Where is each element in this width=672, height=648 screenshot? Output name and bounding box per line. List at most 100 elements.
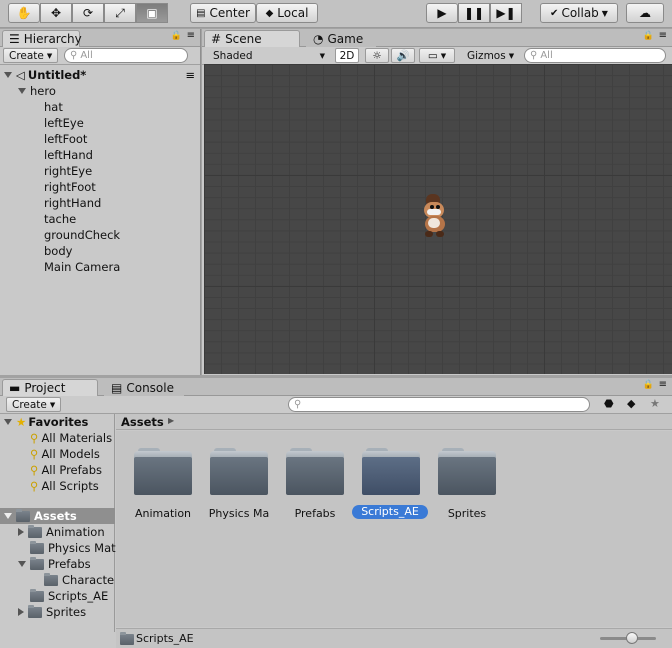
favorite-label: All Models [41,447,100,461]
expand-arrow-icon[interactable] [4,513,12,519]
favorite-item[interactable]: ⚲ All Models [30,446,100,462]
search-icon: ⚲ [294,399,302,410]
chevron-down-icon: ▼ [319,51,325,60]
favorite-item[interactable]: ⚲ All Materials [30,430,112,446]
cloud-button[interactable]: ☁ [626,3,664,23]
collab-dropdown[interactable]: ✔ Collab ▼ [540,3,618,23]
tree-item-label: Main Camera [44,260,121,274]
filter-by-type-icon[interactable]: ⬣ [604,397,614,410]
step-button[interactable]: ▶❚ [490,3,522,23]
lock-icon[interactable]: 🔒 [643,380,654,390]
asset-folder-label: Sprites [447,507,487,520]
search-placeholder: All [540,50,553,61]
tree-item-hero[interactable]: hero [18,83,56,99]
panel-menu-icon[interactable]: ≡ [659,379,667,390]
hierarchy-search-input[interactable]: ⚲ All [64,48,188,63]
tree-item[interactable]: Main Camera [44,259,120,275]
lock-icon[interactable]: 🔒 [171,31,182,41]
folder-tree-label: Animation [46,525,105,539]
tree-item[interactable]: tache [44,211,76,227]
expand-arrow-icon[interactable] [18,561,26,567]
favorite-item[interactable]: ⚲ All Scripts [30,478,99,494]
tree-item[interactable]: leftHand [44,147,93,163]
search-icon: ⚲ [530,50,538,61]
favorite-item[interactable]: ⚲ All Prefabs [30,462,102,478]
lighting-toggle[interactable]: ☼ [365,48,389,63]
project-search-input[interactable]: ⚲ [288,397,590,412]
asset-folder-selected[interactable] [362,448,420,495]
expand-arrow-icon[interactable] [18,608,24,616]
toggle-2d-button[interactable]: 2D [335,48,359,63]
star-icon[interactable]: ★ [650,397,660,410]
scale-tool-button[interactable]: ⤢ [104,3,136,23]
asset-grid: Animation Physics Ma Prefabs Scripts_AE … [116,431,672,627]
tab-console[interactable]: ▤ Console [104,379,184,396]
tab-game[interactable]: ◔ Game [306,30,376,47]
rotate-tool-button[interactable]: ⟳ [72,3,104,23]
folder-tree-item[interactable]: Characte [44,572,114,588]
folder-tree-item[interactable]: Animation [18,524,105,540]
asset-folder[interactable] [134,448,192,495]
tree-item[interactable]: rightHand [44,195,101,211]
folder-icon: ▬ [9,381,21,395]
move-tool-button[interactable]: ✥ [40,3,72,23]
search-icon: ⚲ [30,447,39,461]
expand-arrow-icon[interactable] [18,528,24,536]
mode-2d-label: 2D [339,49,355,62]
effects-dropdown[interactable]: ▭ ▼ [419,48,455,63]
hierarchy-create-button[interactable]: Create ▼ [3,48,59,63]
expand-arrow-icon[interactable] [4,419,12,425]
expand-arrow-icon[interactable] [18,88,26,94]
assets-root-row[interactable]: Assets [0,508,115,524]
cloud-icon: ☁ [639,6,651,20]
chevron-down-icon: ▼ [49,400,56,409]
favorites-row[interactable]: ★ Favorites [4,414,88,430]
play-button[interactable]: ▶ [426,3,458,23]
space-toggle[interactable]: ◆ Local [256,3,318,23]
tab-scene[interactable]: # Scene [204,30,300,47]
label-tag-icon[interactable]: ◆ [627,397,635,410]
folder-icon [30,588,44,602]
panel-menu-icon[interactable]: ≡ [659,30,667,41]
lock-icon[interactable]: 🔒 [643,31,654,41]
icon-size-slider-thumb[interactable] [626,632,638,644]
tree-item[interactable]: rightFoot [44,179,96,195]
asset-folder[interactable] [286,448,344,495]
tab-project[interactable]: ▬ Project [2,379,98,396]
tree-item[interactable]: body [44,243,72,259]
pivot-toggle[interactable]: ▤ Center [190,3,256,23]
folder-tree-item[interactable]: Physics Mat [30,540,116,556]
scene-menu-icon[interactable]: ≡ [185,68,195,82]
hand-tool-button[interactable]: ✋ [8,3,40,23]
rotate-icon: ⟳ [82,6,94,20]
breadcrumb-assets[interactable]: Assets [121,415,164,429]
console-icon: ▤ [111,381,123,395]
gizmos-dropdown[interactable]: Gizmos ▼ [462,48,517,63]
hero-sprite[interactable] [422,194,448,240]
scene-viewport[interactable] [204,64,672,374]
scene-row[interactable]: ◁ Untitled* ≡ [4,67,199,83]
project-create-button[interactable]: Create ▼ [6,397,62,412]
pause-button[interactable]: ❚❚ [458,3,490,23]
rect-tool-button[interactable]: ▣ [136,3,168,23]
tab-hierarchy[interactable]: ☰ Hierarchy [2,30,82,47]
folder-tree-item[interactable]: Sprites [18,604,86,620]
folder-icon [44,572,58,586]
expand-arrow-icon[interactable] [4,72,12,78]
asset-folder[interactable] [210,448,268,495]
tree-item[interactable]: leftEye [44,115,84,131]
shading-dropdown[interactable]: Shaded ▼ [208,48,330,63]
tree-item[interactable]: rightEye [44,163,92,179]
folder-tree-item[interactable]: Prefabs [18,556,91,572]
folder-tree-item[interactable]: Scripts_AE [30,588,108,604]
list-icon: ☰ [9,32,20,46]
asset-folder[interactable] [438,448,496,495]
foot-sprite [436,231,444,237]
breadcrumb-arrow-icon: ▶ [168,416,175,425]
tree-item[interactable]: hat [44,99,63,115]
audio-toggle[interactable]: 🔊 [391,48,415,63]
panel-menu-icon[interactable]: ≡ [187,30,195,41]
scene-search-input[interactable]: ⚲ All [524,48,666,63]
tree-item[interactable]: groundCheck [44,227,120,243]
tree-item[interactable]: leftFoot [44,131,87,147]
